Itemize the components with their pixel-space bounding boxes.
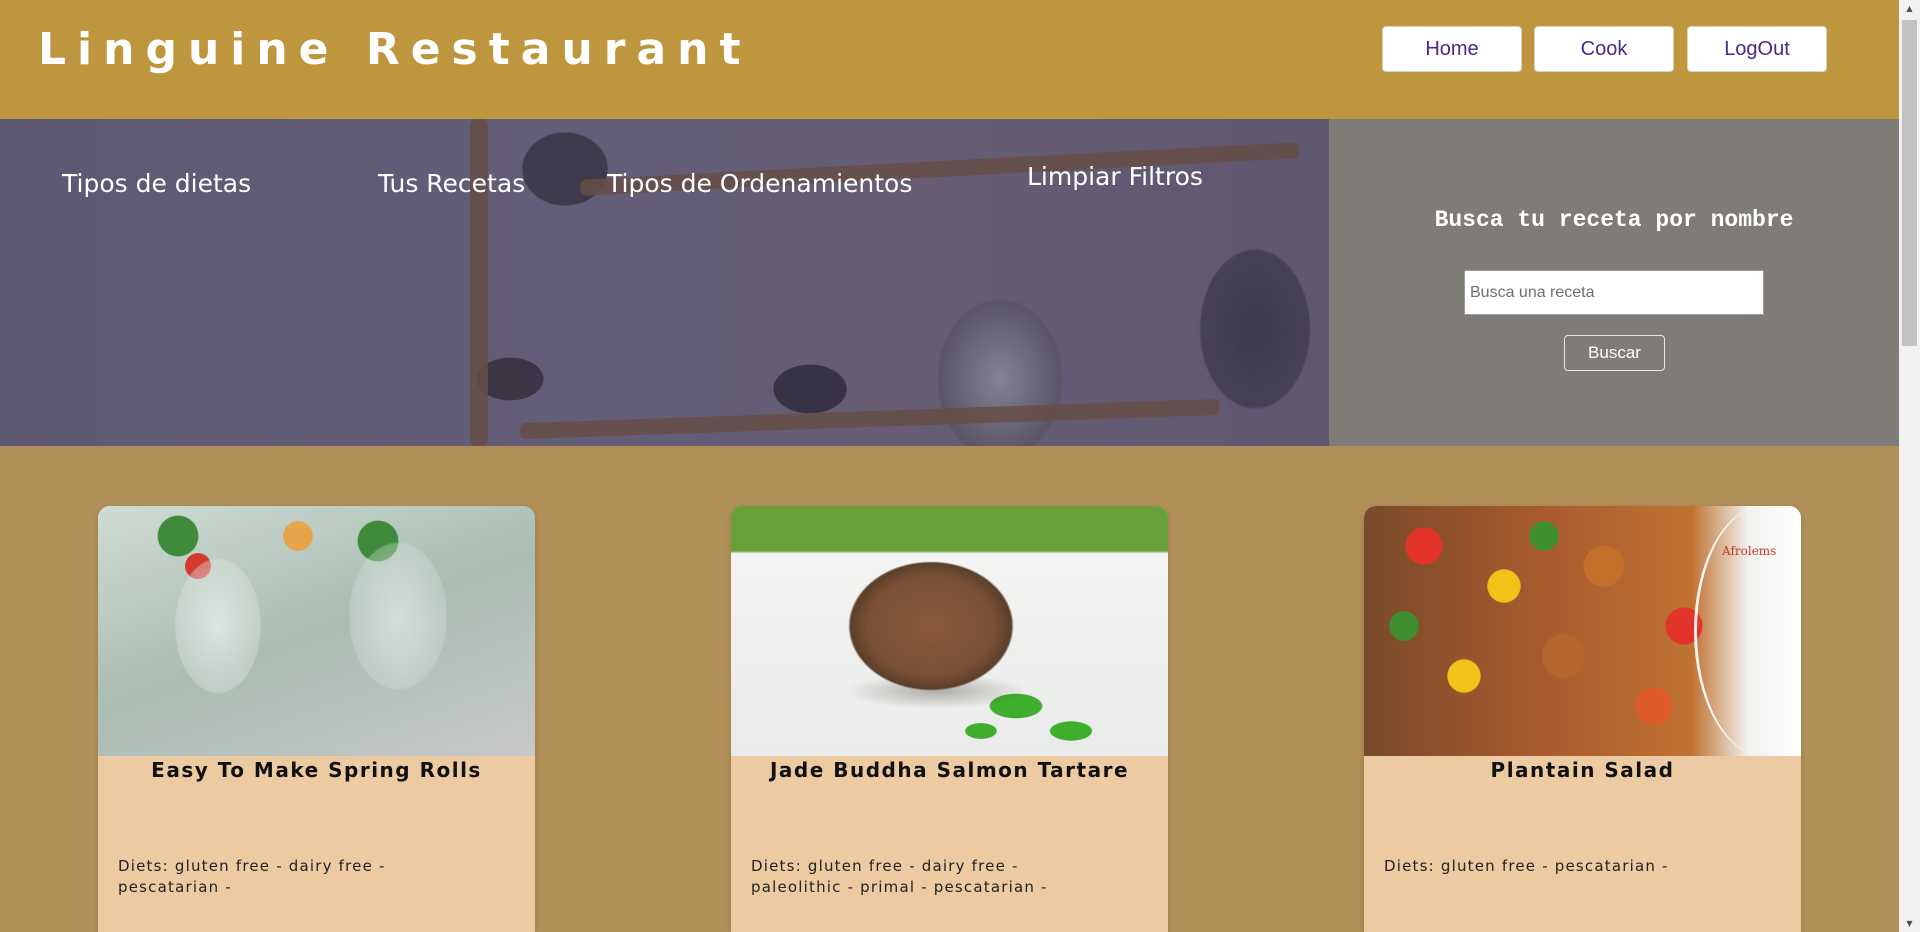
search-title: Busca tu receta por nombre — [1434, 207, 1794, 233]
sort-types-dropdown[interactable]: Tipos de Ordenamientos — [607, 169, 912, 198]
recipe-title: Plantain Salad — [1490, 758, 1675, 782]
recipe-diets: Diets: gluten free - dairy free - paleol… — [751, 857, 1048, 896]
recipe-title: Jade Buddha Salmon Tartare — [769, 758, 1130, 782]
brand-title: Linguine Restaurant — [38, 24, 752, 75]
cook-button[interactable]: Cook — [1534, 26, 1674, 72]
photo-watermark: Afrolems — [1722, 544, 1777, 558]
search-button[interactable]: Buscar — [1564, 335, 1665, 371]
filters-banner: Tipos de dietas Tus Recetas Tipos de Ord… — [0, 119, 1329, 446]
spring-rolls-photo[interactable] — [98, 506, 535, 756]
diet-types-dropdown[interactable]: Tipos de dietas — [62, 169, 251, 198]
home-button[interactable]: Home — [1382, 26, 1522, 72]
page: Linguine Restaurant Home Cook LogOut Tip… — [0, 0, 1920, 932]
recipe-card[interactable]: Easy To Make Spring Rolls Diets: gluten … — [98, 506, 535, 932]
recipe-card[interactable]: Afrolems Plantain Salad Diets: gluten fr… — [1364, 506, 1801, 932]
arrow-up-icon[interactable]: ▲ — [1899, 0, 1920, 17]
recipe-card[interactable]: Jade Buddha Salmon Tartare Diets: gluten… — [731, 506, 1168, 932]
recipe-diets: Diets: gluten free - dairy free - pescat… — [118, 857, 386, 896]
search-panel: Busca tu receta por nombre Buscar — [1329, 119, 1899, 446]
salmon-tartare-photo[interactable] — [731, 506, 1168, 756]
plantain-salad-photo[interactable]: Afrolems — [1364, 506, 1801, 756]
your-recipes-dropdown[interactable]: Tus Recetas — [378, 169, 525, 198]
search-input[interactable] — [1464, 270, 1764, 315]
vertical-scrollbar[interactable]: ▲ ▼ — [1899, 0, 1920, 932]
recipe-diets: Diets: gluten free - pescatarian - — [1384, 857, 1669, 875]
top-bar: Linguine Restaurant Home Cook LogOut — [0, 0, 1899, 119]
recipe-title: Easy To Make Spring Rolls — [151, 758, 482, 782]
arrow-down-icon[interactable]: ▼ — [1899, 915, 1920, 932]
scrollbar-thumb[interactable] — [1902, 20, 1917, 346]
clear-filters-button[interactable]: Limpiar Filtros — [1027, 162, 1203, 191]
logout-button[interactable]: LogOut — [1687, 26, 1827, 72]
